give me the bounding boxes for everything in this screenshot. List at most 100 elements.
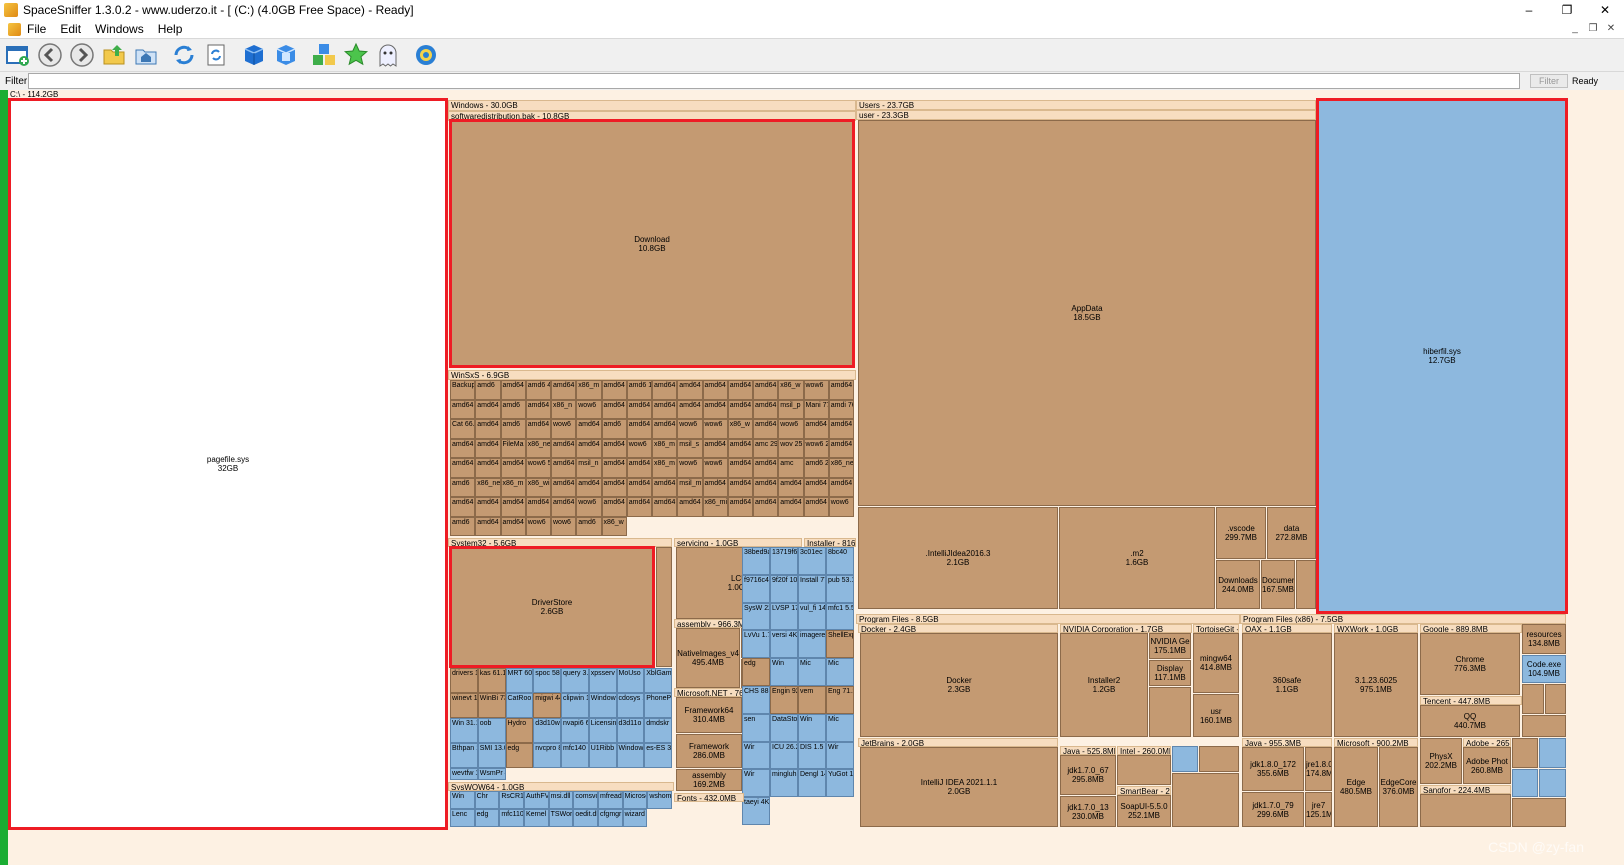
framework-block[interactable]: Framework 286.0MB bbox=[676, 734, 742, 768]
tags-icon[interactable] bbox=[310, 41, 338, 69]
nativeimages-block[interactable]: NativeImages_v4 495.4MB bbox=[676, 628, 740, 688]
treemap-cell[interactable]: dmdskr 276KB bbox=[644, 718, 672, 743]
treemap-cell[interactable]: wizard bbox=[622, 809, 648, 827]
treemap-cell[interactable]: amd6 bbox=[500, 399, 526, 419]
treemap-cell[interactable]: U1Ribb 3.8MB bbox=[588, 743, 617, 768]
syswow-header[interactable]: SysWOW64 - 1.0GB bbox=[448, 782, 674, 791]
treemap-cell[interactable]: edg bbox=[505, 743, 534, 768]
jdk170-67-block[interactable]: jdk1.7.0_67 295.8MB bbox=[1060, 755, 1116, 795]
physx-block[interactable]: PhysX 202.2MB bbox=[1420, 738, 1462, 784]
treemap-cell[interactable]: amd64 bbox=[652, 380, 678, 400]
tortoise-header[interactable]: TortoiseGit - bbox=[1193, 624, 1239, 633]
treemap-cell[interactable]: amd6 bbox=[500, 419, 526, 439]
treemap-cell[interactable]: amd64 bbox=[601, 438, 627, 458]
pagefile-block[interactable]: pagefile.sys 32GB bbox=[10, 100, 446, 828]
treemap-cell[interactable]: amd64 bbox=[475, 438, 501, 458]
treemap-cell[interactable]: Win 31.1 bbox=[450, 718, 478, 743]
treemap-cell[interactable]: imagere bbox=[798, 630, 826, 659]
treemap-cell[interactable]: amd64 bbox=[475, 399, 501, 419]
jetbrains-header[interactable]: JetBrains - 2.0GB bbox=[858, 738, 1058, 747]
treemap-cell[interactable]: amd64 bbox=[753, 419, 779, 439]
treemap-cell[interactable]: FileMa bbox=[500, 438, 526, 458]
treemap-cell[interactable]: amd64 bbox=[727, 438, 753, 458]
treemap-cell[interactable]: msil_s bbox=[677, 438, 703, 458]
treemap-cell[interactable]: amd64 bbox=[601, 497, 627, 517]
treemap-cell[interactable]: amd64 bbox=[803, 477, 829, 497]
treemap-cell[interactable]: edg bbox=[474, 809, 500, 827]
mingw-block[interactable]: mingw64 414.8MB bbox=[1193, 633, 1239, 693]
treemap-cell[interactable]: msil_p bbox=[778, 399, 804, 419]
treemap-cell[interactable]: LvVu 1.7M bbox=[742, 630, 770, 659]
treemap-cell[interactable]: amd6 11.1M bbox=[626, 380, 652, 400]
treemap-cell[interactable]: wow6 bbox=[551, 419, 577, 439]
treemap-cell[interactable]: Lenc bbox=[450, 809, 475, 827]
treemap-cell[interactable]: amc bbox=[778, 458, 804, 478]
rescan-icon[interactable] bbox=[202, 41, 230, 69]
treemap-cell[interactable]: amd6 bbox=[576, 516, 602, 536]
treemap-cell[interactable]: amd64 bbox=[601, 399, 627, 419]
treemap-cell[interactable]: RsCR1 bbox=[499, 791, 524, 809]
treemap-cell[interactable]: amd64 bbox=[778, 497, 804, 517]
treemap-cell[interactable]: amd64 bbox=[727, 477, 753, 497]
resources-block[interactable]: resources 134.8MB bbox=[1522, 624, 1566, 654]
treemap-cell[interactable]: vul_fi 14.9M bbox=[798, 602, 826, 631]
treemap-cell[interactable]: CatRoo 45.4MB bbox=[505, 693, 534, 718]
treemap-cell[interactable]: amd64 3.6MB bbox=[626, 419, 652, 439]
chrome-block[interactable]: Chrome 776.3MB bbox=[1420, 633, 1520, 695]
java-header[interactable]: Java - 525.8MB bbox=[1060, 746, 1116, 755]
treemap-cell[interactable]: amd64 bbox=[652, 497, 678, 517]
treemap-cell[interactable]: amd64 4.9MB bbox=[500, 497, 526, 517]
treemap-cell[interactable]: amd64 bbox=[450, 438, 476, 458]
treemap-cell[interactable]: DataSto bbox=[770, 713, 798, 742]
sangfor-block[interactable] bbox=[1420, 794, 1511, 827]
treemap-cell[interactable]: x86_n bbox=[551, 399, 577, 419]
treemap-cell[interactable]: amd6 bbox=[601, 419, 627, 439]
tencent-header[interactable]: Tencent - 447.8MB bbox=[1420, 696, 1522, 705]
treemap-cell[interactable]: vem bbox=[798, 685, 826, 714]
jdk180-block[interactable]: jdk1.8.0_172 355.6MB bbox=[1242, 747, 1304, 791]
treemap-cell[interactable]: x86_wi bbox=[525, 477, 551, 497]
misc-x86-5-block[interactable] bbox=[1512, 798, 1566, 827]
treemap-cell[interactable]: sen bbox=[742, 713, 770, 742]
treemap-cell[interactable]: x86_ne bbox=[525, 438, 551, 458]
treemap-cell[interactable]: msi.dll bbox=[548, 791, 574, 809]
filter-button[interactable]: Filter bbox=[1530, 74, 1568, 88]
treemap-cell[interactable]: wow6 bbox=[828, 497, 854, 517]
mdi-restore-button[interactable]: ❐ bbox=[1584, 20, 1602, 38]
treemap-cell[interactable]: x86_m bbox=[652, 458, 678, 478]
treemap-cell[interactable]: Chr bbox=[474, 791, 500, 809]
treemap-cell[interactable]: drivers 197.6MB bbox=[450, 668, 478, 693]
treemap-cell[interactable]: Win bbox=[770, 658, 798, 686]
appdata-block[interactable]: AppData 18.5GB bbox=[858, 120, 1316, 506]
users-header[interactable]: Users - 23.7GB bbox=[856, 100, 1316, 110]
treemap-cell[interactable]: msil_n bbox=[576, 458, 602, 478]
treemap-cell[interactable]: wow6 bbox=[677, 419, 703, 439]
treemap-cell[interactable]: 38bed9a7.msi 208.1MB bbox=[742, 547, 770, 575]
adobe-header[interactable]: Adobe - 265 bbox=[1463, 738, 1511, 747]
hiberfil-block[interactable]: hiberfil.sys 12.7GB bbox=[1318, 100, 1566, 612]
treemap-cell[interactable]: amd64 bbox=[727, 497, 753, 517]
treemap-cell[interactable]: amd64 bbox=[753, 477, 779, 497]
driverstore-block[interactable]: DriverStore 2.6GB bbox=[450, 547, 654, 667]
treemap-cell[interactable]: wow6 bbox=[576, 497, 602, 517]
treemap-cell[interactable]: WsmPr 4KB bbox=[477, 768, 506, 780]
treemap-cell[interactable]: wevtfw 104KB bbox=[450, 768, 478, 780]
treemap-cell[interactable]: amd64 19.4M bbox=[828, 438, 854, 458]
treemap-cell[interactable]: amd64 bbox=[702, 399, 728, 419]
treemap-cell[interactable]: amd64 bbox=[828, 419, 854, 439]
sangfor-header[interactable]: Sangfor - 224.4MB bbox=[1420, 785, 1511, 794]
treemap-cell[interactable]: amd64 bbox=[576, 438, 602, 458]
treemap-cell[interactable]: amd64 bbox=[475, 497, 501, 517]
treemap-cell[interactable]: f9716c4 20.4MB bbox=[742, 574, 770, 603]
menu-help[interactable]: Help bbox=[158, 22, 183, 36]
treemap-cell[interactable]: amd64 bbox=[753, 380, 779, 400]
windows-header[interactable]: Windows - 30.0GB bbox=[448, 100, 856, 111]
treemap-cell[interactable]: comsvc bbox=[573, 791, 598, 809]
treemap-cell[interactable]: Microso bbox=[622, 791, 648, 809]
treemap-cell[interactable]: Cat 66.4 bbox=[450, 419, 476, 439]
treemap-cell[interactable]: amd64 3.9MB bbox=[677, 380, 703, 400]
jdk170-13-block[interactable]: jdk1.7.0_13 230.0MB bbox=[1060, 796, 1116, 827]
pfmisc1-block[interactable] bbox=[1172, 746, 1198, 772]
treemap-cell[interactable]: amd64 bbox=[450, 458, 476, 478]
treemap-cell[interactable]: amd64 bbox=[500, 516, 526, 536]
